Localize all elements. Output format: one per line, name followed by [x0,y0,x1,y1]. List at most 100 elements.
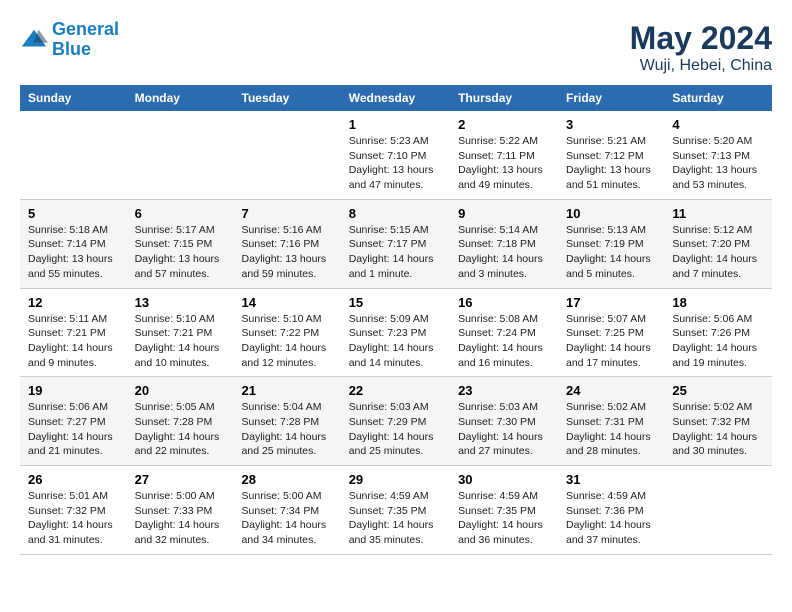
calendar-cell: 14Sunrise: 5:10 AM Sunset: 7:22 PM Dayli… [234,288,341,377]
header-thursday: Thursday [450,85,558,111]
calendar-cell: 7 Sunrise: 5:16 AM Sunset: 7:16 PM Daylig… [234,199,341,288]
week-row-1: 1 Sunrise: 5:23 AM Sunset: 7:10 PM Daylig… [20,111,772,199]
day-info: Sunrise: 5:22 AM Sunset: 7:11 PM Dayligh… [458,134,550,193]
day-info: Sunrise: 5:18 AM Sunset: 7:14 PM Dayligh… [28,223,119,282]
header-monday: Monday [127,85,234,111]
week-row-5: 26Sunrise: 5:01 AM Sunset: 7:32 PM Dayli… [20,466,772,555]
day-number: 21 [242,383,333,398]
day-info: Sunrise: 5:00 AM Sunset: 7:34 PM Dayligh… [242,489,333,548]
logo-text: General Blue [52,20,119,60]
day-info: Sunrise: 5:16 AM Sunset: 7:16 PM Dayligh… [242,223,333,282]
day-number: 8 [349,206,442,221]
day-number: 1 [349,117,442,132]
calendar-cell: 16 Sunrise: 5:08 AM Sunset: 7:24 PM Dayli… [450,288,558,377]
logo: General Blue [20,20,119,60]
day-info: Sunrise: 5:02 AM Sunset: 7:31 PM Dayligh… [566,400,656,459]
day-info: Sunrise: 5:21 AM Sunset: 7:12 PM Dayligh… [566,134,656,193]
day-number: 30 [458,472,550,487]
page-header: General Blue May 2024 Wuji, Hebei, China [20,20,772,75]
day-info: Sunrise: 5:23 AM Sunset: 7:10 PM Dayligh… [349,134,442,193]
day-info: Sunrise: 5:03 AM Sunset: 7:29 PM Dayligh… [349,400,442,459]
day-info: Sunrise: 5:02 AM Sunset: 7:32 PM Dayligh… [672,400,764,459]
day-number: 12 [28,295,119,310]
calendar-cell: 20 Sunrise: 5:05 AM Sunset: 7:28 PM Dayli… [127,377,234,466]
day-info: Sunrise: 5:11 AM Sunset: 7:21 PM Dayligh… [28,312,119,371]
day-info: Sunrise: 5:01 AM Sunset: 7:32 PM Dayligh… [28,489,119,548]
day-number: 3 [566,117,656,132]
day-info: Sunrise: 5:04 AM Sunset: 7:28 PM Dayligh… [242,400,333,459]
day-info: Sunrise: 5:20 AM Sunset: 7:13 PM Dayligh… [672,134,764,193]
day-number: 5 [28,206,119,221]
calendar-cell: 11 Sunrise: 5:12 AM Sunset: 7:20 PM Dayli… [664,199,772,288]
day-info: Sunrise: 5:08 AM Sunset: 7:24 PM Dayligh… [458,312,550,371]
calendar-cell: 13 Sunrise: 5:10 AM Sunset: 7:21 PM Dayli… [127,288,234,377]
day-number: 13 [135,295,226,310]
calendar-cell: 15Sunrise: 5:09 AM Sunset: 7:23 PM Dayli… [341,288,450,377]
calendar-cell: 3 Sunrise: 5:21 AM Sunset: 7:12 PM Daylig… [558,111,664,199]
calendar-cell: 27 Sunrise: 5:00 AM Sunset: 7:33 PM Dayli… [127,466,234,555]
calendar-cell: 5 Sunrise: 5:18 AM Sunset: 7:14 PM Daylig… [20,199,127,288]
day-number: 17 [566,295,656,310]
day-info: Sunrise: 5:00 AM Sunset: 7:33 PM Dayligh… [135,489,226,548]
week-row-3: 12 Sunrise: 5:11 AM Sunset: 7:21 PM Dayli… [20,288,772,377]
calendar-cell: 6Sunrise: 5:17 AM Sunset: 7:15 PM Daylig… [127,199,234,288]
calendar-cell: 1 Sunrise: 5:23 AM Sunset: 7:10 PM Daylig… [341,111,450,199]
day-number: 4 [672,117,764,132]
week-row-4: 19 Sunrise: 5:06 AM Sunset: 7:27 PM Dayli… [20,377,772,466]
calendar-cell: 12 Sunrise: 5:11 AM Sunset: 7:21 PM Dayli… [20,288,127,377]
calendar-cell: 19 Sunrise: 5:06 AM Sunset: 7:27 PM Dayli… [20,377,127,466]
day-info: Sunrise: 5:06 AM Sunset: 7:26 PM Dayligh… [672,312,764,371]
day-number: 18 [672,295,764,310]
calendar-cell [127,111,234,199]
calendar-cell [20,111,127,199]
week-row-2: 5 Sunrise: 5:18 AM Sunset: 7:14 PM Daylig… [20,199,772,288]
calendar-cell: 25 Sunrise: 5:02 AM Sunset: 7:32 PM Dayli… [664,377,772,466]
day-number: 22 [349,383,442,398]
day-number: 19 [28,383,119,398]
calendar-cell: 21 Sunrise: 5:04 AM Sunset: 7:28 PM Dayli… [234,377,341,466]
calendar-cell [664,466,772,555]
header-saturday: Saturday [664,85,772,111]
day-number: 10 [566,206,656,221]
day-number: 20 [135,383,226,398]
calendar-cell: 18 Sunrise: 5:06 AM Sunset: 7:26 PM Dayli… [664,288,772,377]
logo-icon [20,26,48,54]
calendar-cell: 29Sunrise: 4:59 AM Sunset: 7:35 PM Dayli… [341,466,450,555]
calendar-cell: 23 Sunrise: 5:03 AM Sunset: 7:30 PM Dayli… [450,377,558,466]
calendar-cell: 4 Sunrise: 5:20 AM Sunset: 7:13 PM Daylig… [664,111,772,199]
day-number: 23 [458,383,550,398]
day-number: 25 [672,383,764,398]
title-block: May 2024 Wuji, Hebei, China [630,20,772,75]
calendar-table: SundayMondayTuesdayWednesdayThursdayFrid… [20,85,772,555]
header-wednesday: Wednesday [341,85,450,111]
calendar-cell [234,111,341,199]
day-number: 15 [349,295,442,310]
header-tuesday: Tuesday [234,85,341,111]
location: Wuji, Hebei, China [630,57,772,75]
day-info: Sunrise: 5:13 AM Sunset: 7:19 PM Dayligh… [566,223,656,282]
day-info: Sunrise: 5:06 AM Sunset: 7:27 PM Dayligh… [28,400,119,459]
day-info: Sunrise: 5:10 AM Sunset: 7:22 PM Dayligh… [242,312,333,371]
day-number: 27 [135,472,226,487]
day-number: 28 [242,472,333,487]
calendar-cell: 17Sunrise: 5:07 AM Sunset: 7:25 PM Dayli… [558,288,664,377]
day-info: Sunrise: 5:10 AM Sunset: 7:21 PM Dayligh… [135,312,226,371]
header-friday: Friday [558,85,664,111]
header-sunday: Sunday [20,85,127,111]
day-info: Sunrise: 5:12 AM Sunset: 7:20 PM Dayligh… [672,223,764,282]
day-info: Sunrise: 4:59 AM Sunset: 7:35 PM Dayligh… [458,489,550,548]
day-number: 16 [458,295,550,310]
day-number: 2 [458,117,550,132]
day-info: Sunrise: 5:17 AM Sunset: 7:15 PM Dayligh… [135,223,226,282]
day-info: Sunrise: 5:05 AM Sunset: 7:28 PM Dayligh… [135,400,226,459]
day-number: 9 [458,206,550,221]
day-info: Sunrise: 5:15 AM Sunset: 7:17 PM Dayligh… [349,223,442,282]
calendar-cell: 2 Sunrise: 5:22 AM Sunset: 7:11 PM Daylig… [450,111,558,199]
calendar-cell: 30 Sunrise: 4:59 AM Sunset: 7:35 PM Dayli… [450,466,558,555]
calendar-cell: 22 Sunrise: 5:03 AM Sunset: 7:29 PM Dayli… [341,377,450,466]
day-number: 31 [566,472,656,487]
day-info: Sunrise: 5:03 AM Sunset: 7:30 PM Dayligh… [458,400,550,459]
day-number: 7 [242,206,333,221]
day-number: 11 [672,206,764,221]
calendar-header-row: SundayMondayTuesdayWednesdayThursdayFrid… [20,85,772,111]
